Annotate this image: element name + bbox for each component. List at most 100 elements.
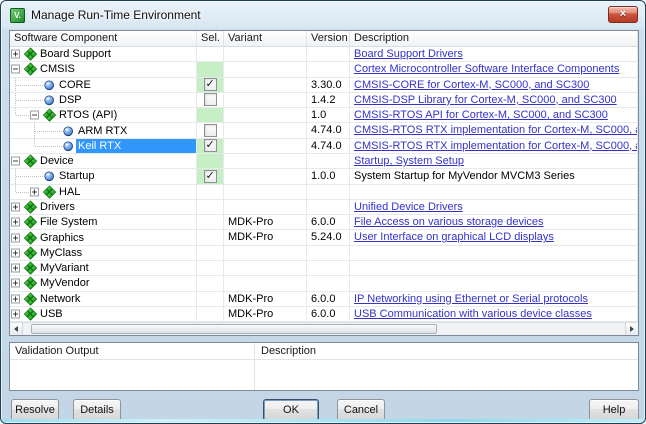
component-row[interactable]: ARM RTX4.74.0CMSIS-RTOS RTX implementati…	[10, 123, 638, 138]
tree-guide-line	[34, 139, 35, 146]
tree-expand-icon[interactable]	[11, 264, 20, 273]
description-link[interactable]: USB Communication with various device cl…	[354, 308, 592, 320]
description-link[interactable]: CMSIS-RTOS API for Cortex-M, SC000, and …	[354, 109, 608, 121]
component-label[interactable]: Startup	[57, 169, 96, 183]
cancel-button[interactable]: Cancel	[337, 399, 385, 421]
tree-expand-icon[interactable]	[11, 202, 20, 211]
description-link[interactable]: CMSIS-RTOS RTX implementation for Cortex…	[354, 140, 638, 152]
component-label[interactable]: Board Support	[38, 47, 113, 61]
help-button[interactable]: Help	[589, 399, 639, 421]
close-button[interactable]: ×	[608, 6, 638, 23]
select-checkbox[interactable]	[204, 170, 217, 183]
component-row[interactable]: USBMDK-Pro6.0.0USB Communication with va…	[10, 307, 638, 322]
scrollbar-thumb[interactable]	[31, 324, 437, 334]
variant-cell	[224, 169, 307, 184]
component-name-cell: Keil RTX	[10, 139, 197, 154]
sel-cell	[197, 230, 224, 245]
select-checkbox[interactable]	[204, 93, 217, 106]
resolve-button[interactable]: Resolve	[11, 399, 59, 421]
component-name-cell: CORE	[10, 78, 197, 93]
tree-expand-icon[interactable]	[11, 279, 20, 288]
description-cell: User Interface on graphical LCD displays	[350, 230, 638, 245]
description-link[interactable]: Unified Device Drivers	[354, 201, 463, 213]
component-label[interactable]: USB	[38, 307, 65, 321]
component-label[interactable]: ARM RTX	[76, 124, 129, 138]
description-link[interactable]: User Interface on graphical LCD displays	[354, 231, 554, 243]
scroll-left-arrow-icon[interactable]	[10, 323, 23, 335]
sel-cell	[197, 200, 224, 215]
component-row[interactable]: File SystemMDK-Pro6.0.0File Access on va…	[10, 215, 638, 230]
select-checkbox[interactable]	[204, 124, 217, 137]
tree-expand-icon[interactable]	[30, 187, 39, 196]
component-row[interactable]: CORE3.30.0CMSIS-CORE for Cortex-M, SC000…	[10, 78, 638, 93]
component-label[interactable]: HAL	[57, 185, 82, 199]
description-cell	[350, 246, 638, 261]
component-row[interactable]: Drivers Unified Device Drivers	[10, 200, 638, 215]
component-row[interactable]: NetworkMDK-Pro6.0.0IP Networking using E…	[10, 292, 638, 307]
component-name-cell: ARM RTX	[10, 123, 197, 138]
component-label[interactable]: CMSIS	[38, 62, 77, 76]
version-cell: 5.24.0	[307, 230, 350, 245]
ok-button[interactable]: OK	[263, 399, 319, 421]
component-label[interactable]: DSP	[57, 93, 84, 107]
tree-expand-icon[interactable]	[11, 294, 20, 303]
component-label[interactable]: Drivers	[38, 200, 77, 214]
select-checkbox[interactable]	[204, 78, 217, 91]
version-cell	[307, 185, 350, 200]
component-row[interactable]: Board Support Board Support Drivers	[10, 47, 638, 62]
variant-cell	[224, 93, 307, 108]
component-label[interactable]: Graphics	[38, 231, 86, 245]
tree-expand-icon[interactable]	[11, 218, 20, 227]
scrollbar-track[interactable]	[23, 323, 625, 335]
component-label[interactable]: RTOS (API)	[57, 108, 119, 122]
component-label[interactable]: MyVariant	[38, 261, 91, 275]
tree-collapse-icon[interactable]	[11, 157, 20, 166]
horizontal-scrollbar[interactable]	[10, 322, 638, 335]
description-cell	[350, 261, 638, 276]
component-row[interactable]: Keil RTX4.74.0CMSIS-RTOS RTX implementat…	[10, 139, 638, 154]
tree-expand-icon[interactable]	[11, 233, 20, 242]
description-link[interactable]: CMSIS-CORE for Cortex-M, SC000, and SC30…	[354, 79, 589, 91]
description-link[interactable]: Cortex Microcontroller Software Interfac…	[354, 63, 619, 75]
component-row[interactable]: MyClass	[10, 246, 638, 261]
component-label[interactable]: MyClass	[38, 246, 84, 260]
description-link[interactable]: Board Support Drivers	[354, 48, 463, 60]
component-label[interactable]: Network	[38, 292, 82, 306]
tree-collapse-icon[interactable]	[30, 111, 39, 120]
description-link[interactable]: IP Networking using Ethernet or Serial p…	[354, 293, 588, 305]
sel-cell	[197, 108, 224, 123]
tree-expand-icon[interactable]	[11, 248, 20, 257]
component-group-icon	[43, 185, 56, 198]
sel-cell	[197, 185, 224, 200]
component-row[interactable]: Graphics MDK-Pro5.24.0 User Interface on g…	[10, 230, 638, 245]
component-label[interactable]: Keil RTX	[76, 139, 196, 153]
component-row[interactable]: CMSIS Cortex Microcontroller Software Int…	[10, 62, 638, 77]
tree-expand-icon[interactable]	[11, 309, 20, 318]
component-name-cell: Graphics	[10, 230, 197, 245]
component-row[interactable]: Startup1.0.0System Startup for MyVendor …	[10, 169, 638, 184]
component-label[interactable]: CORE	[57, 78, 93, 92]
component-row[interactable]: MyVariant	[10, 261, 638, 276]
details-button[interactable]: Details	[73, 399, 121, 421]
component-label[interactable]: Device	[38, 154, 76, 168]
tree-expand-icon[interactable]	[11, 50, 20, 59]
component-row[interactable]: HAL	[10, 185, 638, 200]
component-name-cell: Network	[10, 292, 197, 307]
component-row[interactable]: DSP1.4.2CMSIS-DSP Library for Cortex-M, …	[10, 93, 638, 108]
title-bar[interactable]: V. Manage Run-Time Environment ×	[1, 1, 645, 29]
component-name-cell: MyVariant	[10, 261, 197, 276]
scroll-right-arrow-icon[interactable]	[625, 323, 638, 335]
description-link[interactable]: CMSIS-RTOS RTX implementation for Cortex…	[354, 124, 638, 136]
component-row[interactable]: RTOS (API)1.0CMSIS-RTOS API for Cortex-M…	[10, 108, 638, 123]
component-row[interactable]: MyVendor	[10, 276, 638, 291]
description-link[interactable]: CMSIS-DSP Library for Cortex-M, SC000, a…	[354, 94, 617, 106]
description-link[interactable]: File Access on various storage devices	[354, 216, 544, 228]
component-label[interactable]: File System	[38, 215, 99, 229]
description-link[interactable]: Startup, System Setup	[354, 155, 464, 167]
variant-cell: MDK-Pro	[224, 230, 307, 245]
component-label[interactable]: MyVendor	[38, 276, 92, 290]
select-checkbox[interactable]	[204, 139, 217, 152]
tree-collapse-icon[interactable]	[11, 65, 20, 74]
component-row[interactable]: Device Startup, System Setup	[10, 154, 638, 169]
tree-connector-line	[35, 131, 62, 132]
